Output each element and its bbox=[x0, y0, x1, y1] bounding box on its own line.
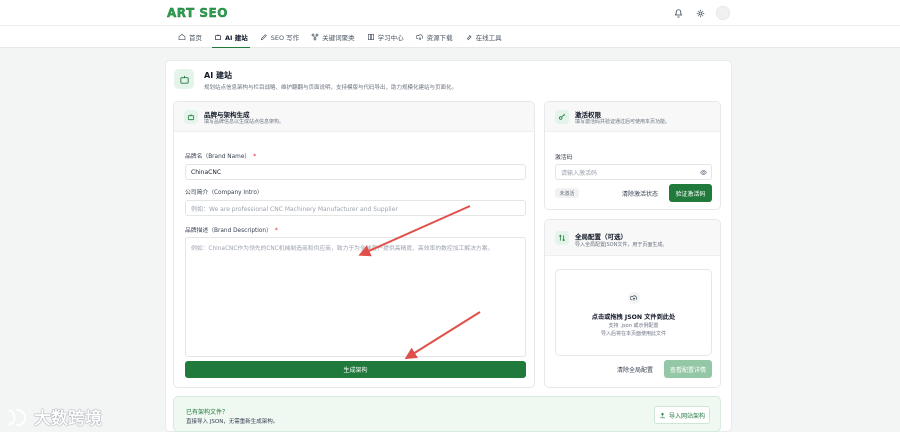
dropzone-title: 点击或拖拽 JSON 文件到此处 bbox=[591, 314, 676, 321]
import-bar-desc: 直接导入 JSON，无需重新生成架构。 bbox=[186, 419, 279, 425]
json-dropzone[interactable]: 点击或拖拽 JSON 文件到此处 支持 .json 或示例配置 导入后将在本页面… bbox=[555, 269, 712, 356]
nav-label: SEO 写作 bbox=[270, 34, 300, 42]
nav-item-ai-site[interactable]: AI 建站 bbox=[208, 26, 254, 48]
nav-item-keyword-cluster[interactable]: 关键词聚类 bbox=[305, 26, 361, 48]
page-description: 规划站点信息架构与栏目战略、维护翻翻与页面说明，支持模版与代码导出，助力规模化建… bbox=[204, 85, 458, 91]
activation-card-header: 激活权限 填写激活码并验证通过后可使用本页功能。 bbox=[545, 102, 720, 132]
global-config-card: 全局配置（可选） 导入全局配置JSON文件，用于页面生成。 点击或拖拽 JSON… bbox=[544, 219, 721, 388]
bell-icon[interactable] bbox=[672, 7, 684, 19]
brand-name-input[interactable]: ChinaCNC bbox=[185, 164, 526, 180]
import-architecture-bar: 已有架构文件？ 直接导入 JSON，无需重新生成架构。 导入网站架构 bbox=[173, 396, 721, 432]
import-architecture-button[interactable]: 导入网站架构 bbox=[654, 406, 710, 424]
generate-architecture-button[interactable]: 生成架构 bbox=[185, 361, 526, 378]
brand-description-label: 品牌描述（Brand Description） * bbox=[185, 228, 278, 234]
activation-status-badge: 未激活 bbox=[555, 188, 579, 198]
activation-card: 激活权限 填写激活码并验证通过后可使用本页功能。 激活码 请输入激活码 未激活 … bbox=[544, 101, 721, 210]
nav-label: 在线工具 bbox=[475, 34, 502, 42]
eye-icon[interactable] bbox=[700, 169, 707, 176]
import-bar-title: 已有架构文件？ bbox=[186, 409, 229, 416]
top-bar: ART SEO bbox=[0, 0, 900, 26]
page-title: AI 建站 bbox=[204, 71, 232, 80]
global-config-desc: 导入全局配置JSON文件，用于页面生成。 bbox=[575, 242, 668, 248]
verify-code-button[interactable]: 验证激活码 bbox=[669, 184, 712, 202]
nav-item-seo-writing[interactable]: SEO 写作 bbox=[254, 26, 305, 48]
sun-icon[interactable] bbox=[694, 7, 706, 19]
network-icon bbox=[311, 33, 319, 41]
nav-label: 关键词聚类 bbox=[322, 34, 355, 42]
robot-icon bbox=[174, 69, 194, 89]
view-config-button[interactable]: 查看配置详情 bbox=[664, 360, 712, 378]
book-icon bbox=[367, 34, 374, 40]
company-intro-input[interactable]: 例如：We are professional CNC Machinery Man… bbox=[185, 200, 526, 216]
pen-icon bbox=[260, 34, 267, 41]
activation-code-input[interactable]: 请输入激活码 bbox=[555, 164, 712, 180]
nav-label: 首页 bbox=[189, 34, 202, 42]
brand-card-desc: 填写品牌信息以生成站点信息架构。 bbox=[204, 119, 285, 125]
watermark-text: 大数跨境 bbox=[34, 409, 102, 429]
brand-name-label: 品牌名（Brand Name） * bbox=[185, 154, 257, 160]
brand-description-textarea[interactable]: 例如：ChinaCNC作为领先的CNC机械制造商和供应商，致力于为全球客户提供高… bbox=[185, 237, 526, 357]
brand-card-header: 品牌与架构生成 填写品牌信息以生成站点信息架构。 bbox=[174, 102, 534, 132]
clear-global-config-button[interactable]: 清除全局配置 bbox=[612, 362, 658, 376]
app-logo[interactable]: ART SEO bbox=[167, 6, 228, 20]
cloud-download-icon bbox=[415, 34, 423, 41]
nav-tabs: 首页 AI 建站 SEO 写作 关键词聚类 学习中心 资源下载 在线工具 bbox=[172, 26, 508, 48]
activation-card-desc: 填写激活码并验证通过后可使用本页功能。 bbox=[575, 119, 671, 125]
cloud-upload-icon bbox=[627, 292, 640, 304]
nav-label: AI 建站 bbox=[225, 34, 248, 42]
key-icon bbox=[555, 110, 569, 124]
company-intro-label: 公司简介（Company Intro） bbox=[185, 190, 263, 196]
activation-code-label: 激活码 bbox=[555, 155, 573, 161]
dropzone-sub1: 支持 .json 或示例配置 bbox=[608, 323, 659, 329]
nav-label: 学习中心 bbox=[377, 34, 404, 42]
wrench-icon bbox=[466, 34, 472, 41]
nav-item-home[interactable]: 首页 bbox=[172, 26, 208, 48]
home-icon bbox=[178, 33, 186, 40]
robot-icon bbox=[215, 34, 221, 40]
global-config-title: 全局配置（可选） bbox=[575, 233, 627, 241]
global-config-header: 全局配置（可选） 导入全局配置JSON文件，用于页面生成。 bbox=[545, 220, 720, 256]
clear-activation-button[interactable]: 清除激活状态 bbox=[617, 186, 663, 200]
nav-item-learning[interactable]: 学习中心 bbox=[361, 26, 410, 48]
watermark: 大数跨境 bbox=[6, 404, 102, 429]
upload-icon bbox=[660, 412, 665, 418]
nav-item-downloads[interactable]: 资源下载 bbox=[410, 26, 459, 48]
nav-bar: 首页 AI 建站 SEO 写作 关键词聚类 学习中心 资源下载 在线工具 bbox=[0, 26, 900, 48]
nav-item-tools[interactable]: 在线工具 bbox=[459, 26, 508, 48]
watermark-logo-icon bbox=[8, 408, 27, 426]
swap-icon bbox=[555, 231, 569, 245]
robot-icon bbox=[184, 110, 198, 124]
dropzone-sub2: 导入后将在本页面使用此文件 bbox=[600, 331, 666, 337]
brand-card: 品牌与架构生成 填写品牌信息以生成站点信息架构。 品牌名（Brand Name）… bbox=[173, 101, 535, 388]
avatar[interactable] bbox=[716, 6, 730, 20]
nav-label: 资源下载 bbox=[426, 34, 453, 42]
top-icons bbox=[672, 6, 730, 20]
